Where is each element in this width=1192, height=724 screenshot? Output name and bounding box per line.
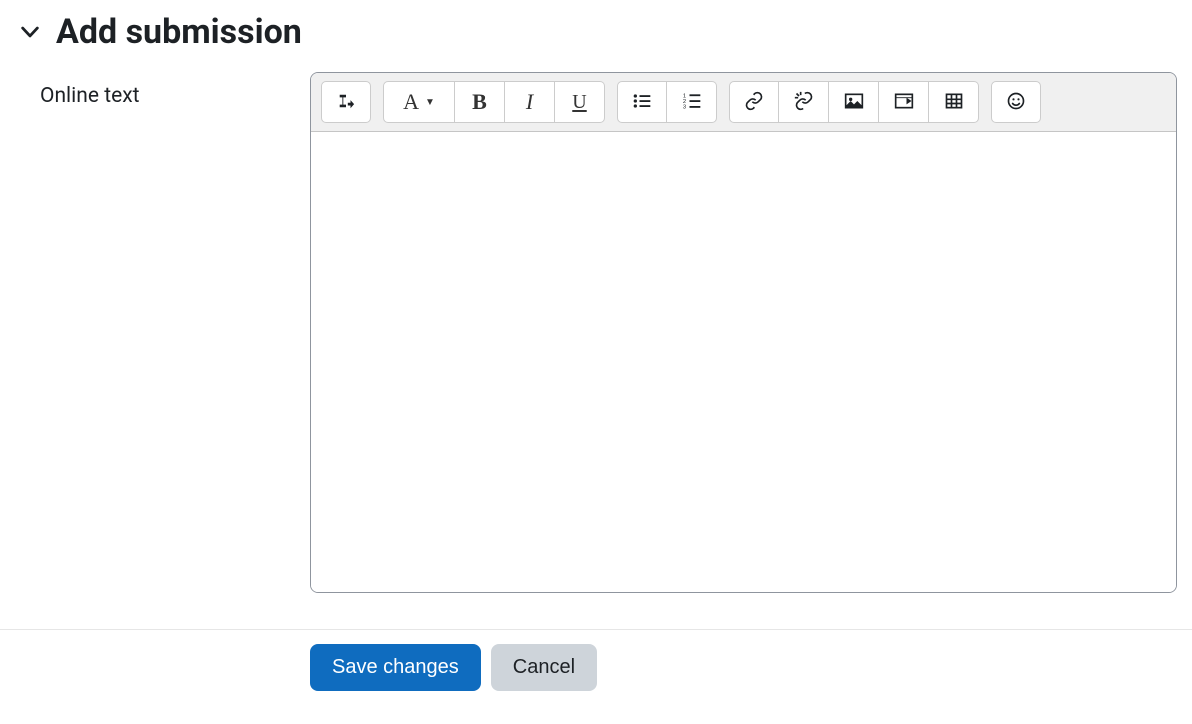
bold-icon: B bbox=[472, 89, 487, 115]
expand-toolbar-icon bbox=[337, 92, 355, 113]
video-icon bbox=[894, 91, 914, 114]
unlink-icon bbox=[794, 91, 814, 114]
cancel-button[interactable]: Cancel bbox=[491, 644, 597, 691]
underline-button[interactable]: U bbox=[555, 81, 605, 123]
italic-icon: I bbox=[526, 89, 533, 115]
ordered-list-button[interactable]: 123 bbox=[667, 81, 717, 123]
editor-textarea[interactable] bbox=[311, 132, 1176, 592]
bold-button[interactable]: B bbox=[455, 81, 505, 123]
svg-text:3: 3 bbox=[682, 104, 685, 110]
rich-text-editor: A ▼ B I U bbox=[310, 72, 1177, 593]
expand-toolbar-button[interactable] bbox=[321, 81, 371, 123]
numbered-list-icon: 123 bbox=[682, 91, 702, 114]
paragraph-styles-button[interactable]: A ▼ bbox=[383, 81, 455, 123]
caret-down-icon: ▼ bbox=[425, 97, 435, 108]
chevron-down-icon[interactable] bbox=[20, 22, 40, 42]
bullet-list-icon bbox=[632, 91, 652, 114]
page-title: Add submission bbox=[56, 12, 302, 52]
emoji-button[interactable] bbox=[991, 81, 1041, 123]
table-icon bbox=[944, 91, 964, 114]
link-icon bbox=[744, 91, 764, 114]
editor-toolbar: A ▼ B I U bbox=[311, 73, 1176, 132]
image-icon bbox=[844, 91, 864, 114]
image-button[interactable] bbox=[829, 81, 879, 123]
underline-icon: U bbox=[572, 91, 586, 114]
italic-button[interactable]: I bbox=[505, 81, 555, 123]
link-button[interactable] bbox=[729, 81, 779, 123]
media-button[interactable] bbox=[879, 81, 929, 123]
unordered-list-button[interactable] bbox=[617, 81, 667, 123]
smile-icon bbox=[1006, 91, 1026, 114]
online-text-label: Online text bbox=[40, 72, 310, 108]
font-styles-icon: A bbox=[403, 89, 419, 115]
save-changes-button[interactable]: Save changes bbox=[310, 644, 481, 691]
table-button[interactable] bbox=[929, 81, 979, 123]
unlink-button[interactable] bbox=[779, 81, 829, 123]
